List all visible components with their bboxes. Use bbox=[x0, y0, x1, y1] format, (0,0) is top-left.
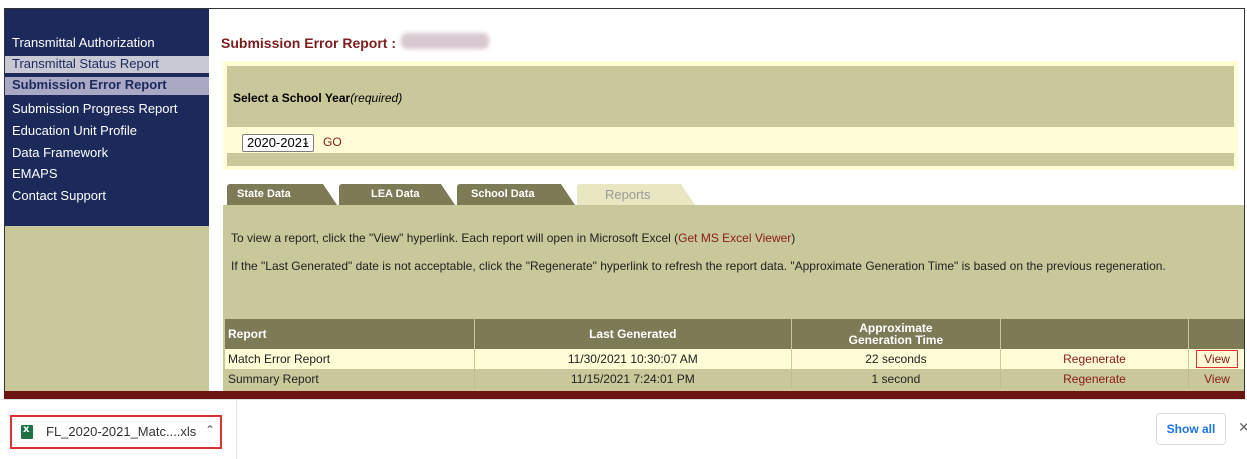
view-link[interactable]: View bbox=[1196, 350, 1238, 368]
header-last-generated: Last Generated bbox=[474, 319, 792, 349]
excel-file-icon bbox=[21, 424, 33, 439]
tab-reports[interactable]: Reports bbox=[577, 184, 695, 205]
reports-table: Report Last Generated Approximate Generat… bbox=[225, 319, 1244, 389]
sidebar-item-contact-support[interactable]: Contact Support bbox=[12, 188, 106, 203]
table-row: Match Error Report 11/30/2021 10:30:07 A… bbox=[225, 349, 1244, 369]
regenerate-link[interactable]: Regenerate bbox=[1063, 352, 1126, 366]
school-year-label: Select a School Year(required) bbox=[233, 91, 403, 105]
chevron-up-icon[interactable]: ⌃ bbox=[205, 423, 215, 437]
sidebar-item-education-unit-profile[interactable]: Education Unit Profile bbox=[12, 123, 137, 138]
main-content: Submission Error Report : Select a Schoo… bbox=[209, 9, 1244, 391]
sidebar-item-data-framework[interactable]: Data Framework bbox=[12, 145, 108, 160]
header-report: Report bbox=[225, 319, 475, 349]
sidebar-item-transmittal-status-report[interactable]: Transmittal Status Report bbox=[5, 56, 209, 73]
go-link[interactable]: GO bbox=[323, 135, 342, 149]
download-bar: FL_2020-2021_Matc....xls ⌃ Show all ✕ bbox=[0, 399, 1247, 459]
redacted-name bbox=[401, 33, 489, 49]
table-row: Summary Report 11/15/2021 7:24:01 PM 1 s… bbox=[225, 369, 1244, 389]
sidebar-item-emaps[interactable]: EMAPS bbox=[12, 166, 58, 181]
school-year-selector: Select a School Year(required) 2020-2021… bbox=[223, 61, 1238, 170]
header-generation-time: Approximate Generation Time bbox=[791, 319, 1001, 349]
page-divider bbox=[4, 391, 1245, 399]
close-icon[interactable]: ✕ bbox=[1238, 420, 1247, 436]
sidebar-item-submission-error-report[interactable]: Submission Error Report bbox=[5, 77, 209, 95]
school-year-select[interactable]: 2020-2021 ⌄ bbox=[242, 134, 314, 152]
show-all-button[interactable]: Show all bbox=[1156, 413, 1226, 445]
view-instructions: To view a report, click the "View" hyper… bbox=[231, 231, 796, 245]
sidebar: Transmittal Authorization Transmittal St… bbox=[5, 9, 209, 391]
tab-lea-data[interactable]: LEA Data bbox=[339, 184, 455, 205]
sidebar-item-submission-progress-report[interactable]: Submission Progress Report bbox=[12, 101, 177, 116]
regenerate-link[interactable]: Regenerate bbox=[1063, 372, 1126, 386]
sidebar-item-transmittal-authorization[interactable]: Transmittal Authorization bbox=[12, 35, 155, 50]
tab-state-data[interactable]: State Data bbox=[227, 184, 337, 205]
table-header-row: Report Last Generated Approximate Generat… bbox=[225, 319, 1244, 349]
chevron-down-icon: ⌄ bbox=[301, 137, 310, 148]
download-filename: FL_2020-2021_Matc....xls bbox=[46, 424, 197, 439]
browser-page: Transmittal Authorization Transmittal St… bbox=[4, 8, 1245, 391]
regenerate-instructions: If the "Last Generated" date is not acce… bbox=[231, 259, 1166, 273]
view-link[interactable]: View bbox=[1204, 372, 1230, 386]
tab-school-data[interactable]: School Data bbox=[457, 184, 575, 205]
excel-viewer-link[interactable]: Get MS Excel Viewer bbox=[678, 231, 791, 245]
download-item[interactable]: FL_2020-2021_Matc....xls ⌃ bbox=[10, 415, 222, 449]
reports-panel: To view a report, click the "View" hyper… bbox=[223, 205, 1244, 391]
page-title: Submission Error Report : bbox=[221, 35, 397, 51]
